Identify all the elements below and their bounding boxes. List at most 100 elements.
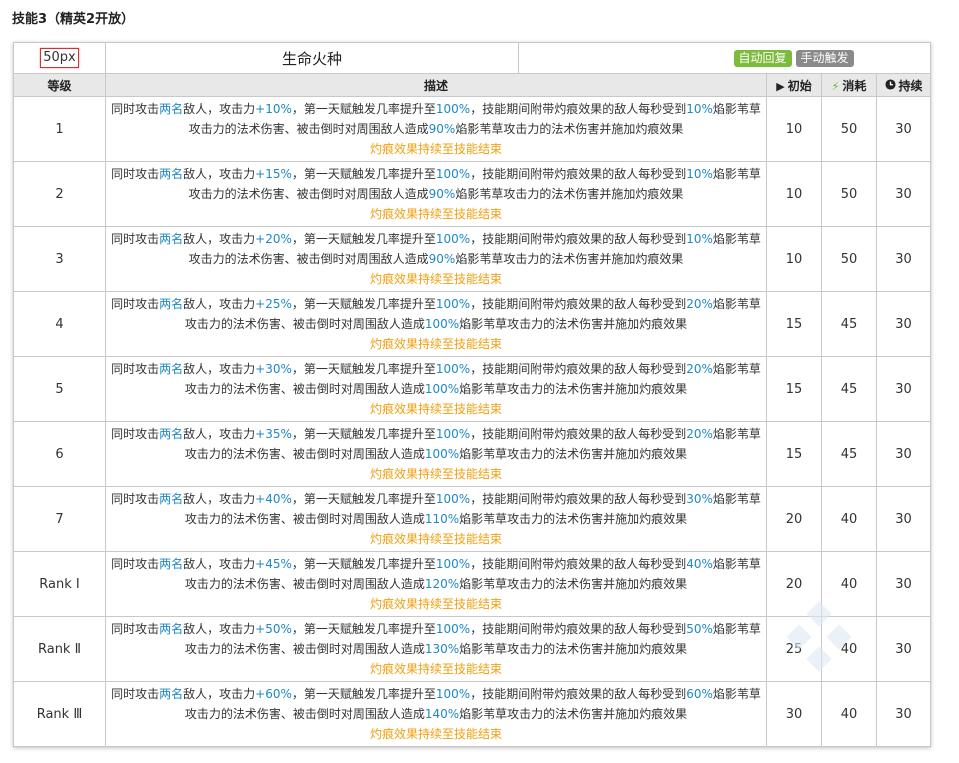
desc-atk-bonus: +50%: [255, 622, 292, 636]
level-cell: 5: [13, 356, 106, 422]
duration-cell: 30: [875, 486, 932, 552]
desc-text: 同时攻击: [111, 622, 160, 636]
desc-text: 同时攻击: [111, 362, 160, 376]
desc-targets: 两名: [159, 557, 184, 571]
description-cell: 同时攻击两名敌人，攻击力+45%，第一天赋触发几率提升至100%，技能期间附带灼…: [105, 551, 767, 617]
initial-sp-cell: 10: [766, 161, 822, 227]
duration-cell: 30: [875, 291, 932, 357]
desc-text: ，第一天赋触发几率提升至: [291, 167, 436, 181]
desc-text: 焰影苇草攻击力的法术伤害并施加灼痕效果: [455, 122, 684, 136]
desc-probability: 100%: [435, 492, 471, 506]
column-header-initial-label: 初始: [787, 78, 812, 93]
level-cell: Rank Ⅲ: [13, 681, 106, 747]
desc-splash-damage: 90%: [428, 252, 456, 266]
description-cell: 同时攻击两名敌人，攻击力+35%，第一天赋触发几率提升至100%，技能期间附带灼…: [105, 421, 767, 487]
desc-text: 焰影苇草攻击力的法术伤害并施加灼痕效果: [455, 187, 684, 201]
desc-text: ，第一天赋触发几率提升至: [291, 687, 436, 701]
desc-text: 敌人，攻击力: [183, 427, 256, 441]
desc-text: 焰影苇草攻击力的法术伤害并施加灼痕效果: [459, 577, 688, 591]
desc-probability: 100%: [435, 687, 471, 701]
desc-text: ，第一天赋触发几率提升至: [291, 622, 436, 636]
table-row: Rank Ⅲ 同时攻击两名敌人，攻击力+60%，第一天赋触发几率提升至100%，技…: [13, 681, 932, 747]
level-cell: 7: [13, 486, 106, 552]
level-cell: 4: [13, 291, 106, 357]
desc-splash-damage: 130%: [424, 642, 460, 656]
skill-icon-placeholder: 50px: [40, 48, 79, 68]
level-cell: 2: [13, 161, 106, 227]
desc-text: ，第一天赋触发几率提升至: [291, 557, 436, 571]
level-cell: 3: [13, 226, 106, 292]
desc-text: ，第一天赋触发几率提升至: [291, 427, 436, 441]
desc-text: ，第一天赋触发几率提升至: [291, 492, 436, 506]
desc-splash-damage: 90%: [428, 187, 456, 201]
sp-cost-cell: 50: [821, 96, 877, 162]
initial-sp-cell: 15: [766, 356, 822, 422]
desc-duration-note: 灼痕效果持续至技能结束: [369, 272, 502, 286]
clock-icon: [884, 78, 896, 93]
desc-burn-damage: 20%: [686, 427, 713, 441]
desc-atk-bonus: +40%: [255, 492, 292, 506]
desc-text: 同时攻击: [111, 557, 160, 571]
desc-text: 敌人，攻击力: [183, 492, 256, 506]
sp-cost-cell: 45: [821, 356, 877, 422]
desc-targets: 两名: [159, 492, 184, 506]
initial-sp-cell: 10: [766, 96, 822, 162]
desc-splash-damage: 90%: [428, 122, 456, 136]
desc-text: ，技能期间附带灼痕效果的敌人每秒受到: [470, 102, 687, 116]
table-row: 2 同时攻击两名敌人，攻击力+15%，第一天赋触发几率提升至100%，技能期间附带…: [13, 161, 932, 227]
table-row: 7 同时攻击两名敌人，攻击力+40%，第一天赋触发几率提升至100%，技能期间附带…: [13, 486, 932, 552]
tag-auto-recovery: 自动回复: [733, 49, 792, 67]
description-cell: 同时攻击两名敌人，攻击力+40%，第一天赋触发几率提升至100%，技能期间附带灼…: [105, 486, 767, 552]
desc-atk-bonus: +30%: [255, 362, 292, 376]
duration-cell: 30: [875, 616, 932, 682]
desc-probability: 100%: [435, 557, 471, 571]
desc-duration-note: 灼痕效果持续至技能结束: [369, 727, 502, 741]
initial-sp-cell: 10: [766, 226, 822, 292]
desc-duration-note: 灼痕效果持续至技能结束: [369, 142, 502, 156]
desc-probability: 100%: [435, 167, 471, 181]
sp-cost-cell: 45: [821, 291, 877, 357]
level-cell: 6: [13, 421, 106, 487]
column-header-initial: ▶ 初始: [766, 73, 822, 97]
desc-targets: 两名: [159, 687, 184, 701]
skill-level-rows: 1 同时攻击两名敌人，攻击力+10%，第一天赋触发几率提升至100%，技能期间附带…: [13, 96, 932, 747]
desc-burn-damage: 50%: [686, 622, 713, 636]
duration-cell: 30: [875, 421, 932, 487]
play-icon: ▶: [776, 79, 785, 93]
desc-text: 同时攻击: [111, 687, 160, 701]
skill-tags-cell: 自动回复 手动触发: [517, 42, 932, 74]
desc-text: 焰影苇草攻击力的法术伤害并施加灼痕效果: [455, 252, 684, 266]
desc-duration-note: 灼痕效果持续至技能结束: [369, 337, 502, 351]
desc-burn-damage: 20%: [686, 297, 713, 311]
desc-text: 敌人，攻击力: [183, 167, 256, 181]
sp-cost-cell: 40: [821, 616, 877, 682]
desc-burn-damage: 10%: [686, 167, 713, 181]
column-header-level: 等级: [13, 73, 106, 97]
desc-targets: 两名: [159, 102, 184, 116]
initial-sp-cell: 25: [766, 616, 822, 682]
desc-text: 敌人，攻击力: [183, 232, 256, 246]
desc-atk-bonus: +60%: [255, 687, 292, 701]
desc-text: 同时攻击: [111, 297, 160, 311]
desc-text: ，技能期间附带灼痕效果的敌人每秒受到: [470, 687, 687, 701]
desc-text: ，技能期间附带灼痕效果的敌人每秒受到: [470, 492, 687, 506]
skill-icon-cell: 50px: [13, 42, 106, 74]
initial-sp-cell: 20: [766, 486, 822, 552]
description-cell: 同时攻击两名敌人，攻击力+15%，第一天赋触发几率提升至100%，技能期间附带灼…: [105, 161, 767, 227]
sp-cost-cell: 40: [821, 486, 877, 552]
desc-targets: 两名: [159, 362, 184, 376]
level-cell: 1: [13, 96, 106, 162]
duration-cell: 30: [875, 681, 932, 747]
desc-probability: 100%: [435, 362, 471, 376]
duration-cell: 30: [875, 551, 932, 617]
table-row: Rank Ⅰ 同时攻击两名敌人，攻击力+45%，第一天赋触发几率提升至100%，技…: [13, 551, 932, 617]
desc-targets: 两名: [159, 232, 184, 246]
desc-probability: 100%: [435, 102, 471, 116]
duration-cell: 30: [875, 226, 932, 292]
desc-text: ，第一天赋触发几率提升至: [291, 102, 436, 116]
sp-cost-cell: 40: [821, 551, 877, 617]
sp-cost-cell: 50: [821, 226, 877, 292]
duration-cell: 30: [875, 96, 932, 162]
desc-text: 同时攻击: [111, 492, 160, 506]
desc-text: 焰影苇草攻击力的法术伤害并施加灼痕效果: [459, 317, 688, 331]
